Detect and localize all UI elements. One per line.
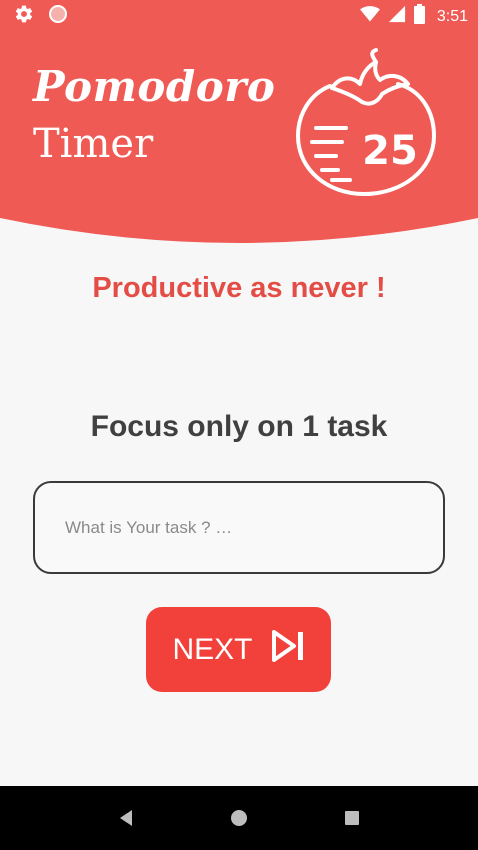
tagline: Productive as never ! [92, 272, 386, 304]
wifi-icon [359, 5, 380, 28]
logo-number: 25 [362, 128, 418, 174]
next-button-label: NEXT [172, 632, 253, 666]
skip-next-icon [271, 629, 305, 670]
recents-icon[interactable] [332, 798, 372, 838]
next-button[interactable]: NEXT [146, 607, 331, 692]
app-title: Pomodoro Timer [33, 62, 276, 167]
status-time: 3:51 [436, 7, 468, 25]
home-icon[interactable] [219, 798, 259, 838]
status-bar-left [14, 4, 68, 29]
record-dot-icon [48, 4, 68, 29]
settings-icon [14, 4, 34, 29]
battery-icon [413, 4, 425, 29]
focus-title: Focus only on 1 task [90, 410, 388, 443]
app-title-pomodoro: Pomodoro [33, 62, 276, 111]
app-title-timer: Timer [33, 121, 154, 167]
back-icon[interactable] [106, 798, 146, 838]
tomato-timer-icon: 25 [296, 48, 436, 196]
status-bar: 3:51 [0, 0, 478, 33]
navigation-bar [0, 786, 478, 850]
status-bar-right: 3:51 [359, 4, 468, 29]
signal-icon [388, 5, 406, 28]
task-input[interactable] [33, 481, 445, 574]
